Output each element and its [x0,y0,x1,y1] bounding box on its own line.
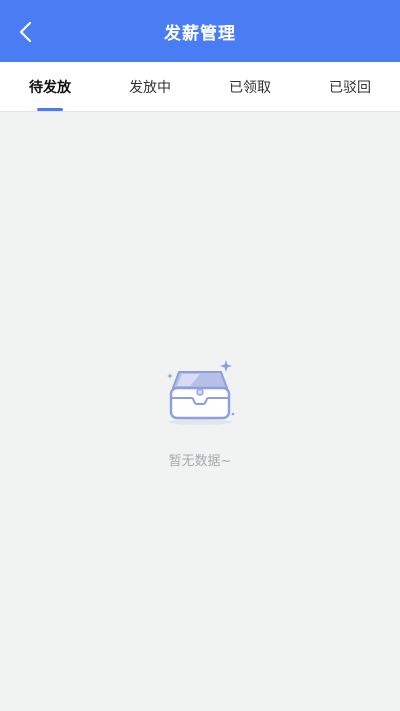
tab-label: 已领取 [229,79,271,96]
tab-received[interactable]: 已领取 [200,62,300,111]
empty-state-text: 暂无数据~ [168,454,232,469]
app-header: 发薪管理 [0,0,400,62]
tab-in-progress[interactable]: 发放中 [100,62,200,111]
tab-rejected[interactable]: 已驳回 [300,62,400,111]
status-tabs: 待发放 发放中 已领取 已驳回 [0,62,400,112]
tab-pending[interactable]: 待发放 [0,62,100,111]
active-tab-indicator [37,108,63,111]
page-title: 发薪管理 [164,23,236,44]
empty-state: 暂无数据~ [0,112,400,711]
back-button[interactable] [10,16,42,48]
tab-label: 待发放 [29,79,71,96]
tab-label: 发放中 [129,79,171,96]
empty-inbox-icon [167,360,235,425]
tab-label: 已驳回 [329,79,371,96]
chevron-left-icon [19,21,32,43]
